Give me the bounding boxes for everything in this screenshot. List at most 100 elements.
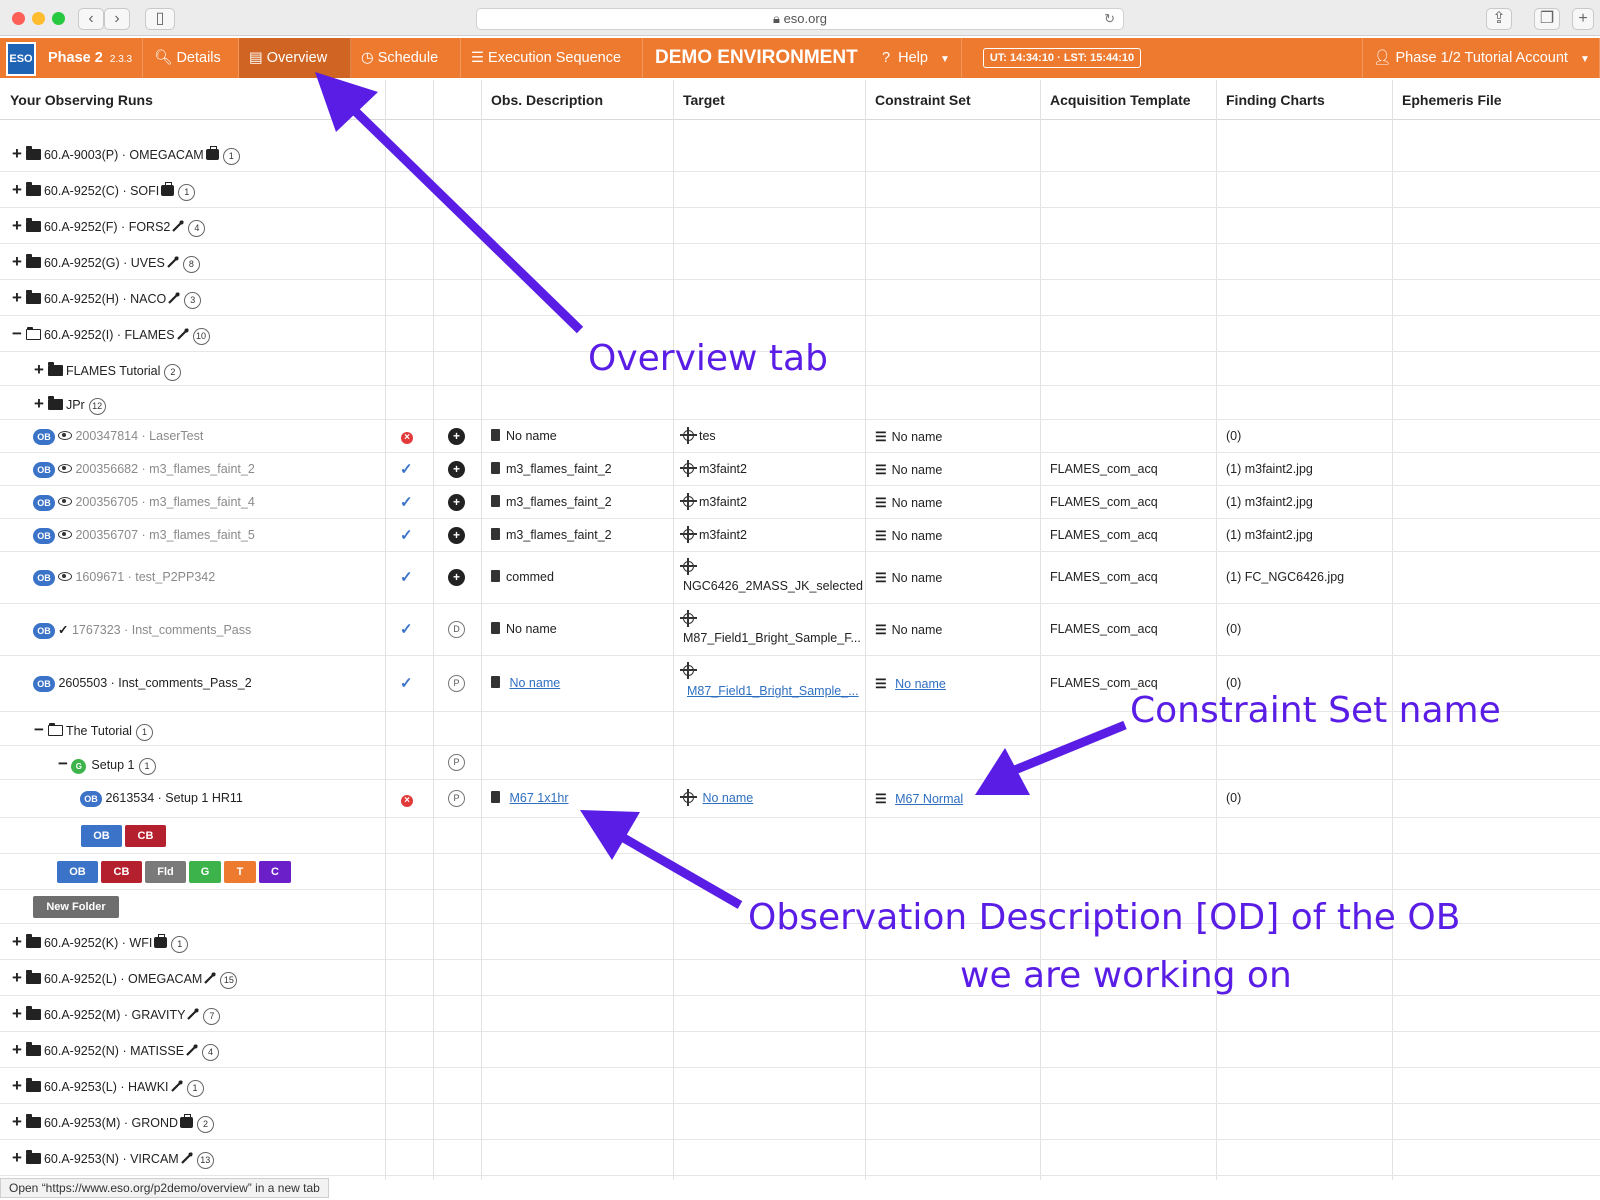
target-cell[interactable]: M87_Field1_Bright_Sample_F... (680, 610, 861, 650)
acq-cell[interactable]: FLAMES_com_acq (1050, 622, 1158, 636)
fc-cell[interactable]: (0) (1226, 676, 1241, 690)
table-row[interactable]: OB 200356707 · m3_flames_faint_5 ✓ + m3_… (0, 519, 1600, 552)
plus-circle-icon[interactable]: + (448, 494, 465, 511)
col-constraint-set[interactable]: Constraint Set (865, 80, 971, 120)
od-cell[interactable]: No name (491, 622, 557, 636)
expand-icon[interactable]: + (34, 394, 44, 413)
target-cell[interactable]: m3faint2 (680, 460, 747, 477)
col-acquisition-template[interactable]: Acquisition Template (1040, 80, 1191, 120)
target-cell[interactable]: NGC6426_2MASS_JK_selected (680, 558, 863, 598)
plus-circle-icon[interactable]: + (448, 569, 465, 586)
plus-circle-icon[interactable]: + (448, 428, 465, 445)
add-folder-button[interactable]: Fld (145, 861, 186, 883)
od-cell[interactable]: m3_flames_faint_2 (491, 528, 612, 542)
add-ob-button[interactable]: OB (81, 825, 122, 847)
run-row[interactable]: +60.A-9252(M) · GRAVITY 7 (0, 996, 1600, 1032)
target-cell[interactable]: M87_Field1_Bright_Sample_... (680, 662, 859, 704)
od-cell[interactable]: M67 1x1hr (491, 791, 569, 805)
cs-cell[interactable]: ☰ No name (875, 570, 942, 586)
expand-icon[interactable]: + (12, 1148, 22, 1167)
run-row[interactable]: +60.A-9253(L) · HAWKI 1 (0, 1068, 1600, 1104)
table-row[interactable]: OB 200347814 · LaserTest × + No name tes… (0, 420, 1600, 453)
col-target[interactable]: Target (673, 80, 725, 120)
expand-icon[interactable]: + (12, 252, 22, 271)
table-row[interactable]: OB ✓ 1767323 · Inst_comments_Pass ✓ D No … (0, 604, 1600, 656)
eso-logo[interactable]: ESO (6, 42, 36, 76)
target-link[interactable]: M87_Field1_Bright_Sample_... (687, 684, 859, 698)
add-ob-button[interactable]: OB (57, 861, 98, 883)
forward-icon[interactable]: › (104, 8, 130, 30)
run-row[interactable]: +60.A-9252(C) · SOFI 1 (0, 172, 1600, 208)
expand-icon[interactable]: + (12, 144, 22, 163)
expand-icon[interactable]: + (12, 968, 22, 987)
table-row[interactable]: OB 1609671 · test_P2PP342 ✓ + commed NGC… (0, 552, 1600, 604)
collapse-icon[interactable]: − (58, 754, 68, 773)
back-icon[interactable]: ‹ (78, 8, 104, 30)
expand-icon[interactable]: + (34, 360, 44, 379)
acq-cell[interactable]: FLAMES_com_acq (1050, 495, 1158, 509)
new-tab-icon[interactable]: + (1572, 8, 1594, 30)
fc-cell[interactable]: (0) (1226, 791, 1241, 805)
acq-cell[interactable]: FLAMES_com_acq (1050, 570, 1158, 584)
od-cell[interactable]: No name (491, 676, 560, 690)
od-link[interactable]: No name (509, 676, 560, 690)
cs-cell[interactable]: ☰ No name (875, 462, 942, 478)
acq-cell[interactable]: FLAMES_com_acq (1050, 676, 1158, 690)
run-row[interactable]: +60.A-9253(N) · VIRCAM 13 (0, 1140, 1600, 1176)
cs-link[interactable]: No name (895, 677, 946, 691)
target-link[interactable]: No name (702, 791, 753, 805)
run-row[interactable]: +60.A-9003(P) · OMEGACAM 1 (0, 136, 1600, 172)
table-row[interactable]: OB 200356705 · m3_flames_faint_4 ✓ + m3_… (0, 486, 1600, 519)
acq-cell[interactable]: FLAMES_com_acq (1050, 462, 1158, 476)
cs-cell[interactable]: ☰ M67 Normal (875, 791, 963, 807)
col-observing-runs[interactable]: Your Observing Runs (0, 80, 153, 120)
new-folder-button[interactable]: New Folder (33, 896, 119, 918)
expand-icon[interactable]: + (12, 288, 22, 307)
cs-cell[interactable]: ☰ No name (875, 495, 942, 511)
table-row[interactable]: OB 2613534 · Setup 1 HR11 × P M67 1x1hr … (0, 780, 1600, 818)
add-timelink-button[interactable]: T (224, 861, 256, 883)
cs-cell[interactable]: ☰ No name (875, 528, 942, 544)
add-cb-button[interactable]: CB (101, 861, 142, 883)
add-concatenation-button[interactable]: C (259, 861, 291, 883)
expand-icon[interactable]: + (12, 932, 22, 951)
collapse-icon[interactable]: − (34, 720, 44, 739)
tabs-overview-icon[interactable]: ❐ (1534, 8, 1560, 30)
folder-row[interactable]: + JPr 12 (0, 386, 1600, 420)
fc-cell[interactable]: (1) m3faint2.jpg (1226, 495, 1313, 509)
cs-link[interactable]: M67 Normal (895, 792, 963, 806)
run-row[interactable]: +60.A-9252(F) · FORS2 4 (0, 208, 1600, 244)
expand-icon[interactable]: + (12, 1112, 22, 1131)
group-row[interactable]: − G Setup 11 P (0, 746, 1600, 780)
run-row[interactable]: +60.A-9252(N) · MATISSE 4 (0, 1032, 1600, 1068)
cs-cell[interactable]: ☰ No name (875, 429, 942, 445)
od-cell[interactable]: m3_flames_faint_2 (491, 495, 612, 509)
fc-cell[interactable]: (0) (1226, 622, 1241, 636)
tab-execution-sequence[interactable]: ☰ Execution Sequence (461, 38, 643, 78)
expand-icon[interactable]: + (12, 1004, 22, 1023)
expand-icon[interactable]: + (12, 1040, 22, 1059)
address-bar[interactable]: 🔒︎ eso.org ↻ (476, 8, 1124, 30)
reload-icon[interactable]: ↻ (1104, 9, 1115, 29)
maximize-window-icon[interactable] (52, 12, 65, 25)
od-link[interactable]: M67 1x1hr (509, 791, 568, 805)
plus-circle-icon[interactable]: + (448, 527, 465, 544)
od-cell[interactable]: No name (491, 429, 557, 443)
sidebar-icon[interactable]: ▯ (145, 8, 175, 30)
table-row[interactable]: OB 200356682 · m3_flames_faint_2 ✓ + m3_… (0, 453, 1600, 486)
minimize-window-icon[interactable] (32, 12, 45, 25)
tab-schedule[interactable]: ◷ Schedule (351, 38, 461, 78)
expand-icon[interactable]: + (12, 216, 22, 235)
app-brand[interactable]: Phase 2 2.3.3 (38, 38, 144, 78)
od-cell[interactable]: commed (491, 570, 554, 584)
run-row[interactable]: +60.A-9253(M) · GROND 2 (0, 1104, 1600, 1140)
account-menu[interactable]: 👤︎ Phase 1/2 Tutorial Account ▼ (1362, 38, 1600, 78)
acq-cell[interactable]: FLAMES_com_acq (1050, 528, 1158, 542)
tab-overview[interactable]: ▤ Overview (239, 38, 351, 78)
close-window-icon[interactable] (12, 12, 25, 25)
target-cell[interactable]: m3faint2 (680, 526, 747, 543)
target-cell[interactable]: m3faint2 (680, 493, 747, 510)
cs-cell[interactable]: ☰ No name (875, 622, 942, 638)
run-row[interactable]: +60.A-9252(H) · NACO 3 (0, 280, 1600, 316)
help-menu[interactable]: ? Help ▼ (872, 38, 962, 78)
